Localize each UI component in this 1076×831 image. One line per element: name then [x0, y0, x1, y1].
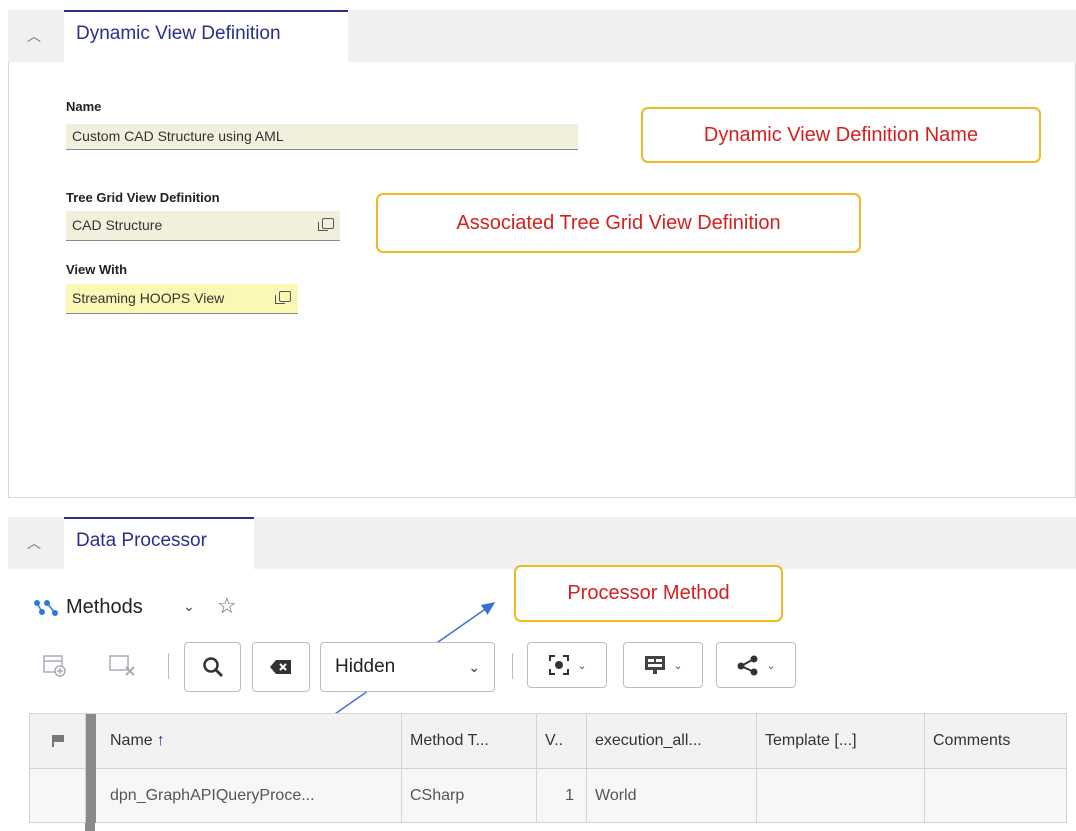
flag-column-header — [30, 714, 86, 768]
grid-frozen-divider — [86, 714, 96, 770]
toolbar-separator — [512, 653, 513, 679]
chevron-down-icon: ⌄ — [468, 658, 480, 675]
focus-menu-button[interactable]: ⌄ — [527, 642, 607, 688]
new-item-icon[interactable] — [42, 653, 68, 679]
layout-icon — [645, 656, 666, 674]
visibility-select[interactable]: Hidden ⌄ — [320, 642, 495, 692]
column-header-execution-allowed[interactable]: execution_all... — [587, 714, 757, 768]
cell-method-type[interactable]: CSharp — [402, 769, 537, 822]
search-icon — [202, 657, 223, 677]
column-header-version[interactable]: V.. — [537, 714, 587, 768]
toolbar-separator — [168, 653, 169, 679]
focus-icon — [549, 655, 570, 675]
clear-icon — [270, 660, 291, 674]
delete-item-icon[interactable] — [108, 653, 138, 679]
share-menu-button[interactable]: ⌄ — [716, 642, 796, 688]
table-row[interactable]: dpn_GraphAPIQueryProce... CSharp 1 World — [29, 769, 1067, 823]
layout-menu-button[interactable]: ⌄ — [623, 642, 703, 688]
visibility-select-value: Hidden — [335, 656, 396, 677]
cell-name[interactable]: dpn_GraphAPIQueryProce... — [96, 769, 402, 822]
cell-comments[interactable] — [925, 769, 1066, 822]
share-icon — [737, 655, 758, 676]
row-flag-cell — [30, 769, 86, 822]
clear-button[interactable] — [252, 642, 310, 692]
cell-version[interactable]: 1 — [537, 769, 587, 822]
sort-ascending-icon: ↑ — [156, 732, 165, 749]
grid-frozen-divider — [86, 769, 96, 823]
chevron-down-icon: ⌄ — [766, 659, 776, 672]
chevron-down-icon: ⌄ — [673, 659, 683, 672]
chevron-down-icon: ⌄ — [577, 659, 587, 672]
methods-grid: Name ↑ Method T... V.. execution_all... … — [29, 713, 1067, 823]
cell-template[interactable] — [757, 769, 925, 822]
grid-frozen-divider-tail — [85, 823, 95, 831]
flag-icon — [51, 735, 64, 747]
column-header-name-label: Name — [110, 732, 153, 749]
grid-header-row: Name ↑ Method T... V.. execution_all... … — [29, 713, 1067, 770]
column-header-method-type[interactable]: Method T... — [402, 714, 537, 768]
cell-execution-allowed[interactable]: World — [587, 769, 757, 822]
column-header-comments[interactable]: Comments — [925, 714, 1066, 768]
column-header-name[interactable]: Name ↑ — [96, 714, 402, 768]
column-header-template[interactable]: Template [...] — [757, 714, 925, 768]
annotation-arrow — [255, 602, 496, 770]
search-button[interactable] — [184, 642, 241, 692]
